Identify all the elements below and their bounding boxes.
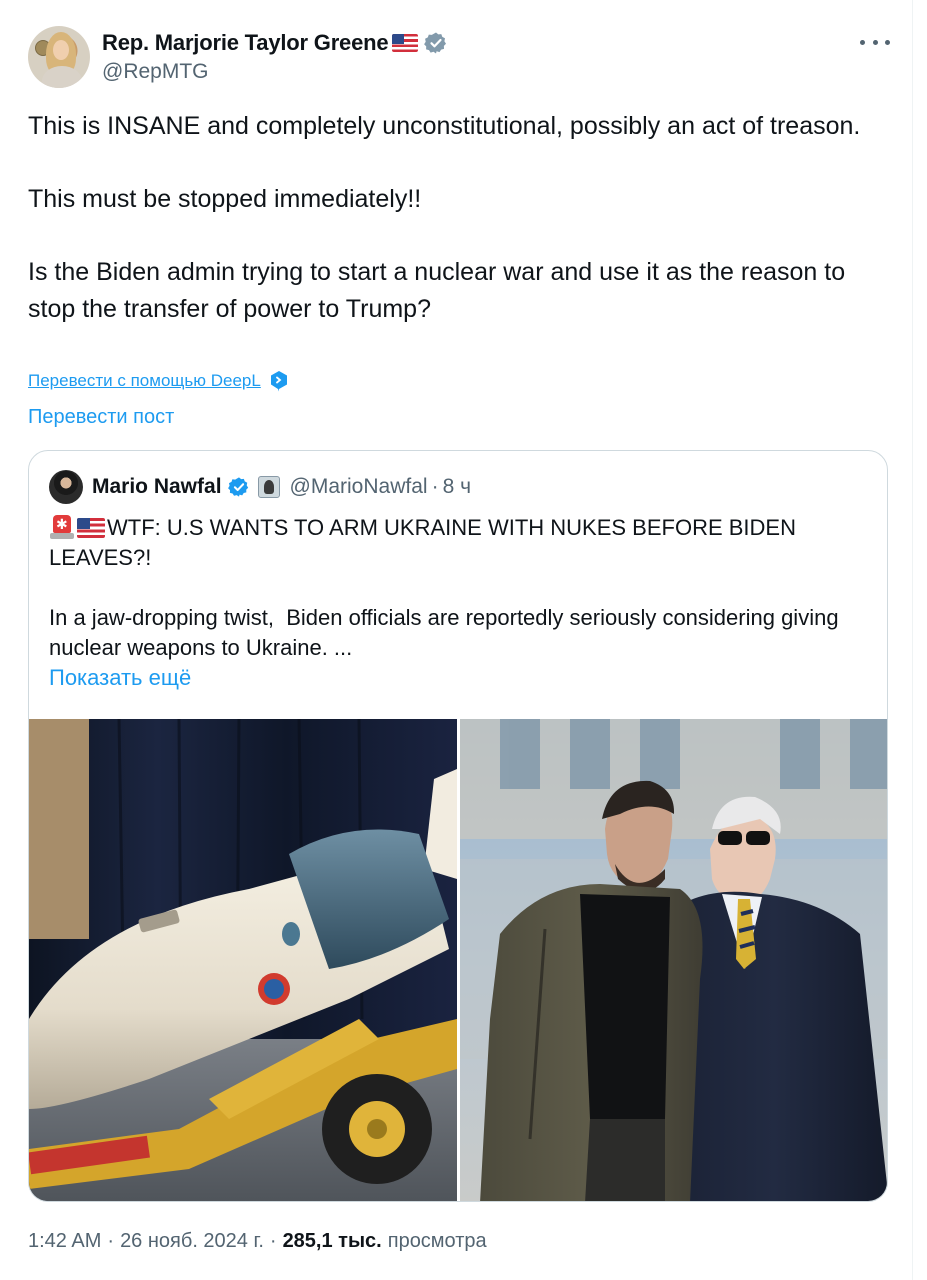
author-name-row: Rep. Marjorie Taylor Greene (102, 28, 448, 58)
verified-badge-icon[interactable] (424, 31, 448, 55)
view-count: 285,1 тыс. (282, 1230, 382, 1252)
view-count-label: просмотра (387, 1230, 487, 1252)
quote-headline: WTF: U.S WANTS TO ARM UKRAINE WITH NUKES… (49, 515, 803, 570)
column-border (912, 0, 913, 1280)
affiliate-badge-icon (257, 476, 280, 498)
us-flag-icon (392, 34, 419, 52)
quote-body: In a jaw-dropping twist, Biden officials… (49, 605, 845, 660)
zelensky-biden-photo[interactable] (460, 719, 887, 1201)
footer-separator: · (269, 1230, 277, 1252)
footer-separator: · (107, 1230, 115, 1252)
post-time[interactable]: 1:42 AM (28, 1230, 101, 1253)
quote-author-name: Mario Nawfal (92, 475, 222, 498)
deepl-link-label[interactable]: Перевести с помощью DeepL (28, 371, 261, 391)
verified-badge-icon (227, 477, 248, 497)
more-options-icon[interactable] (860, 30, 890, 54)
author-handle[interactable]: @RepMTG (102, 60, 209, 84)
author-avatar[interactable] (28, 26, 90, 88)
translate-post-link[interactable]: Перевести пост (28, 406, 174, 429)
quote-header: Mario Nawfal @MarioNawfal · 8 ч (49, 469, 471, 505)
post-date[interactable]: 26 нояб. 2024 г. (120, 1230, 264, 1253)
quote-text: ✱ WTF: U.S WANTS TO ARM UKRAINE WITH NUKE… (49, 513, 869, 663)
deepl-icon (270, 371, 287, 392)
quote-author-avatar (49, 470, 83, 504)
post-header: Rep. Marjorie Taylor Greene @RepMTG (28, 26, 890, 88)
post-text: This is INSANE and completely unconstitu… (28, 112, 861, 323)
show-more-link[interactable]: Показать ещё (49, 665, 191, 691)
quote-author-handle: @MarioNawfal (289, 475, 428, 498)
quoted-post-card[interactable]: Mario Nawfal @MarioNawfal · 8 ч ✱ WTF: U.… (28, 450, 888, 1202)
us-flag-icon (77, 518, 105, 538)
nuclear-bomb-photo[interactable] (29, 719, 457, 1201)
post-footer: 1:42 AM · 26 нояб. 2024 г. · 285,1 тыс. … (28, 1230, 487, 1253)
deepl-translate-link[interactable]: Перевести с помощью DeepL (28, 370, 289, 392)
quote-timestamp: 8 ч (442, 475, 472, 498)
author-display-name[interactable]: Rep. Marjorie Taylor Greene (102, 30, 389, 56)
quote-separator: · (431, 475, 439, 498)
siren-emoji-icon: ✱ (49, 515, 75, 539)
